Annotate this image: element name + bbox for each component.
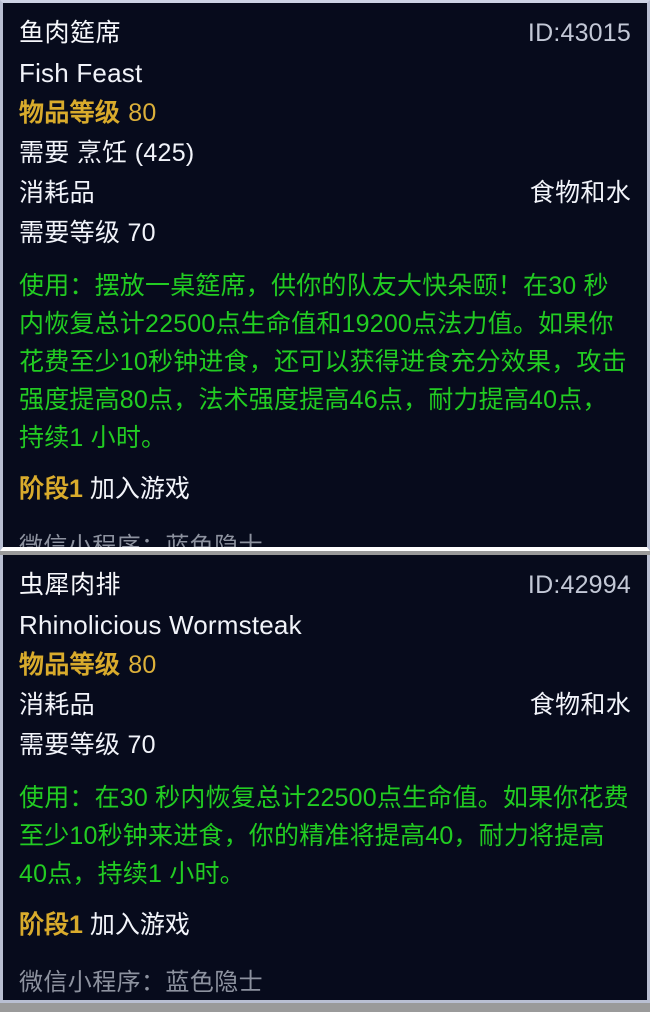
item-level-label: 物品等级 bbox=[19, 99, 121, 127]
tooltip-header-row: 虫犀肉排 ID:42994 bbox=[19, 565, 631, 605]
item-level-row: 物品等级 80 bbox=[19, 645, 631, 685]
item-category: 消耗品 bbox=[19, 691, 95, 719]
item-category: 消耗品 bbox=[19, 179, 95, 207]
item-name-en-row: Rhinolicious Wormsteak bbox=[19, 605, 631, 645]
required-level: 需要等级 70 bbox=[19, 219, 156, 247]
item-level-label: 物品等级 bbox=[19, 651, 121, 679]
item-level-row: 物品等级 80 bbox=[19, 93, 631, 133]
item-level-value: 80 bbox=[128, 651, 157, 679]
required-level-row: 需要等级 70 bbox=[19, 213, 631, 253]
required-level-row: 需要等级 70 bbox=[19, 725, 631, 765]
use-description: 使用：在30 秒内恢复总计22500点生命值。如果你花费至少10秒钟来进食，你的… bbox=[19, 784, 629, 888]
tooltip-body: 鱼肉筵席 ID:43015 Fish Feast 物品等级 80 需要 烹饪 (4… bbox=[3, 3, 647, 547]
source-watermark: 微信小程序：蓝色隐士 bbox=[19, 533, 263, 551]
item-category-row: 消耗品 食物和水 bbox=[19, 685, 631, 725]
phase-row: 阶段1 加入游戏 bbox=[19, 905, 631, 941]
required-level: 需要等级 70 bbox=[19, 731, 156, 759]
item-id: ID:42994 bbox=[527, 571, 631, 599]
required-skill-row: 需要 烹饪 (425) bbox=[19, 133, 631, 173]
item-name-en: Fish Feast bbox=[19, 58, 143, 88]
tooltip-header-row: 鱼肉筵席 ID:43015 bbox=[19, 13, 631, 53]
item-name-en-row: Fish Feast bbox=[19, 53, 631, 93]
phase-label: 阶段1 bbox=[19, 475, 83, 503]
item-level: 物品等级 80 bbox=[19, 93, 157, 133]
item-subcategory: 食物和水 bbox=[529, 179, 631, 207]
item-name-cn: 虫犀肉排 bbox=[19, 571, 122, 599]
footer-row: 微信小程序：蓝色隐士 bbox=[19, 527, 631, 551]
item-tooltip-fish-feast: 鱼肉筵席 ID:43015 Fish Feast 物品等级 80 需要 烹饪 (4… bbox=[0, 0, 650, 551]
item-category-row: 消耗品 食物和水 bbox=[19, 173, 631, 213]
top-spacer bbox=[19, 3, 631, 13]
phase-label: 阶段1 bbox=[19, 911, 83, 939]
item-level-value: 80 bbox=[128, 99, 157, 127]
item-tooltip-wormsteak: 虫犀肉排 ID:42994 Rhinolicious Wormsteak 物品等… bbox=[0, 555, 650, 1003]
item-id: ID:43015 bbox=[527, 19, 631, 47]
item-name-cn: 鱼肉筵席 bbox=[19, 19, 122, 47]
item-subcategory: 食物和水 bbox=[529, 691, 631, 719]
phase-availability: 加入游戏 bbox=[82, 911, 190, 939]
tooltip-body: 虫犀肉排 ID:42994 Rhinolicious Wormsteak 物品等… bbox=[3, 555, 647, 1000]
use-description-block: 使用：在30 秒内恢复总计22500点生命值。如果你花费至少10秒钟来进食，你的… bbox=[19, 779, 631, 893]
footer-row: 微信小程序：蓝色隐士 bbox=[19, 963, 631, 1000]
use-description: 使用：摆放一桌筵席，供你的队友大快朵颐！在30 秒内恢复总计22500点生命值和… bbox=[19, 272, 627, 452]
required-skill: 需要 烹饪 (425) bbox=[19, 139, 195, 167]
phase-row: 阶段1 加入游戏 bbox=[19, 469, 631, 505]
phase-availability: 加入游戏 bbox=[82, 475, 190, 503]
item-level: 物品等级 80 bbox=[19, 645, 157, 685]
source-watermark: 微信小程序：蓝色隐士 bbox=[19, 969, 263, 996]
top-spacer bbox=[19, 555, 631, 565]
use-description-block: 使用：摆放一桌筵席，供你的队友大快朵颐！在30 秒内恢复总计22500点生命值和… bbox=[19, 267, 631, 457]
item-name-en: Rhinolicious Wormsteak bbox=[19, 610, 302, 640]
screenshot-root: 鱼肉筵席 ID:43015 Fish Feast 物品等级 80 需要 烹饪 (4… bbox=[0, 0, 650, 1012]
